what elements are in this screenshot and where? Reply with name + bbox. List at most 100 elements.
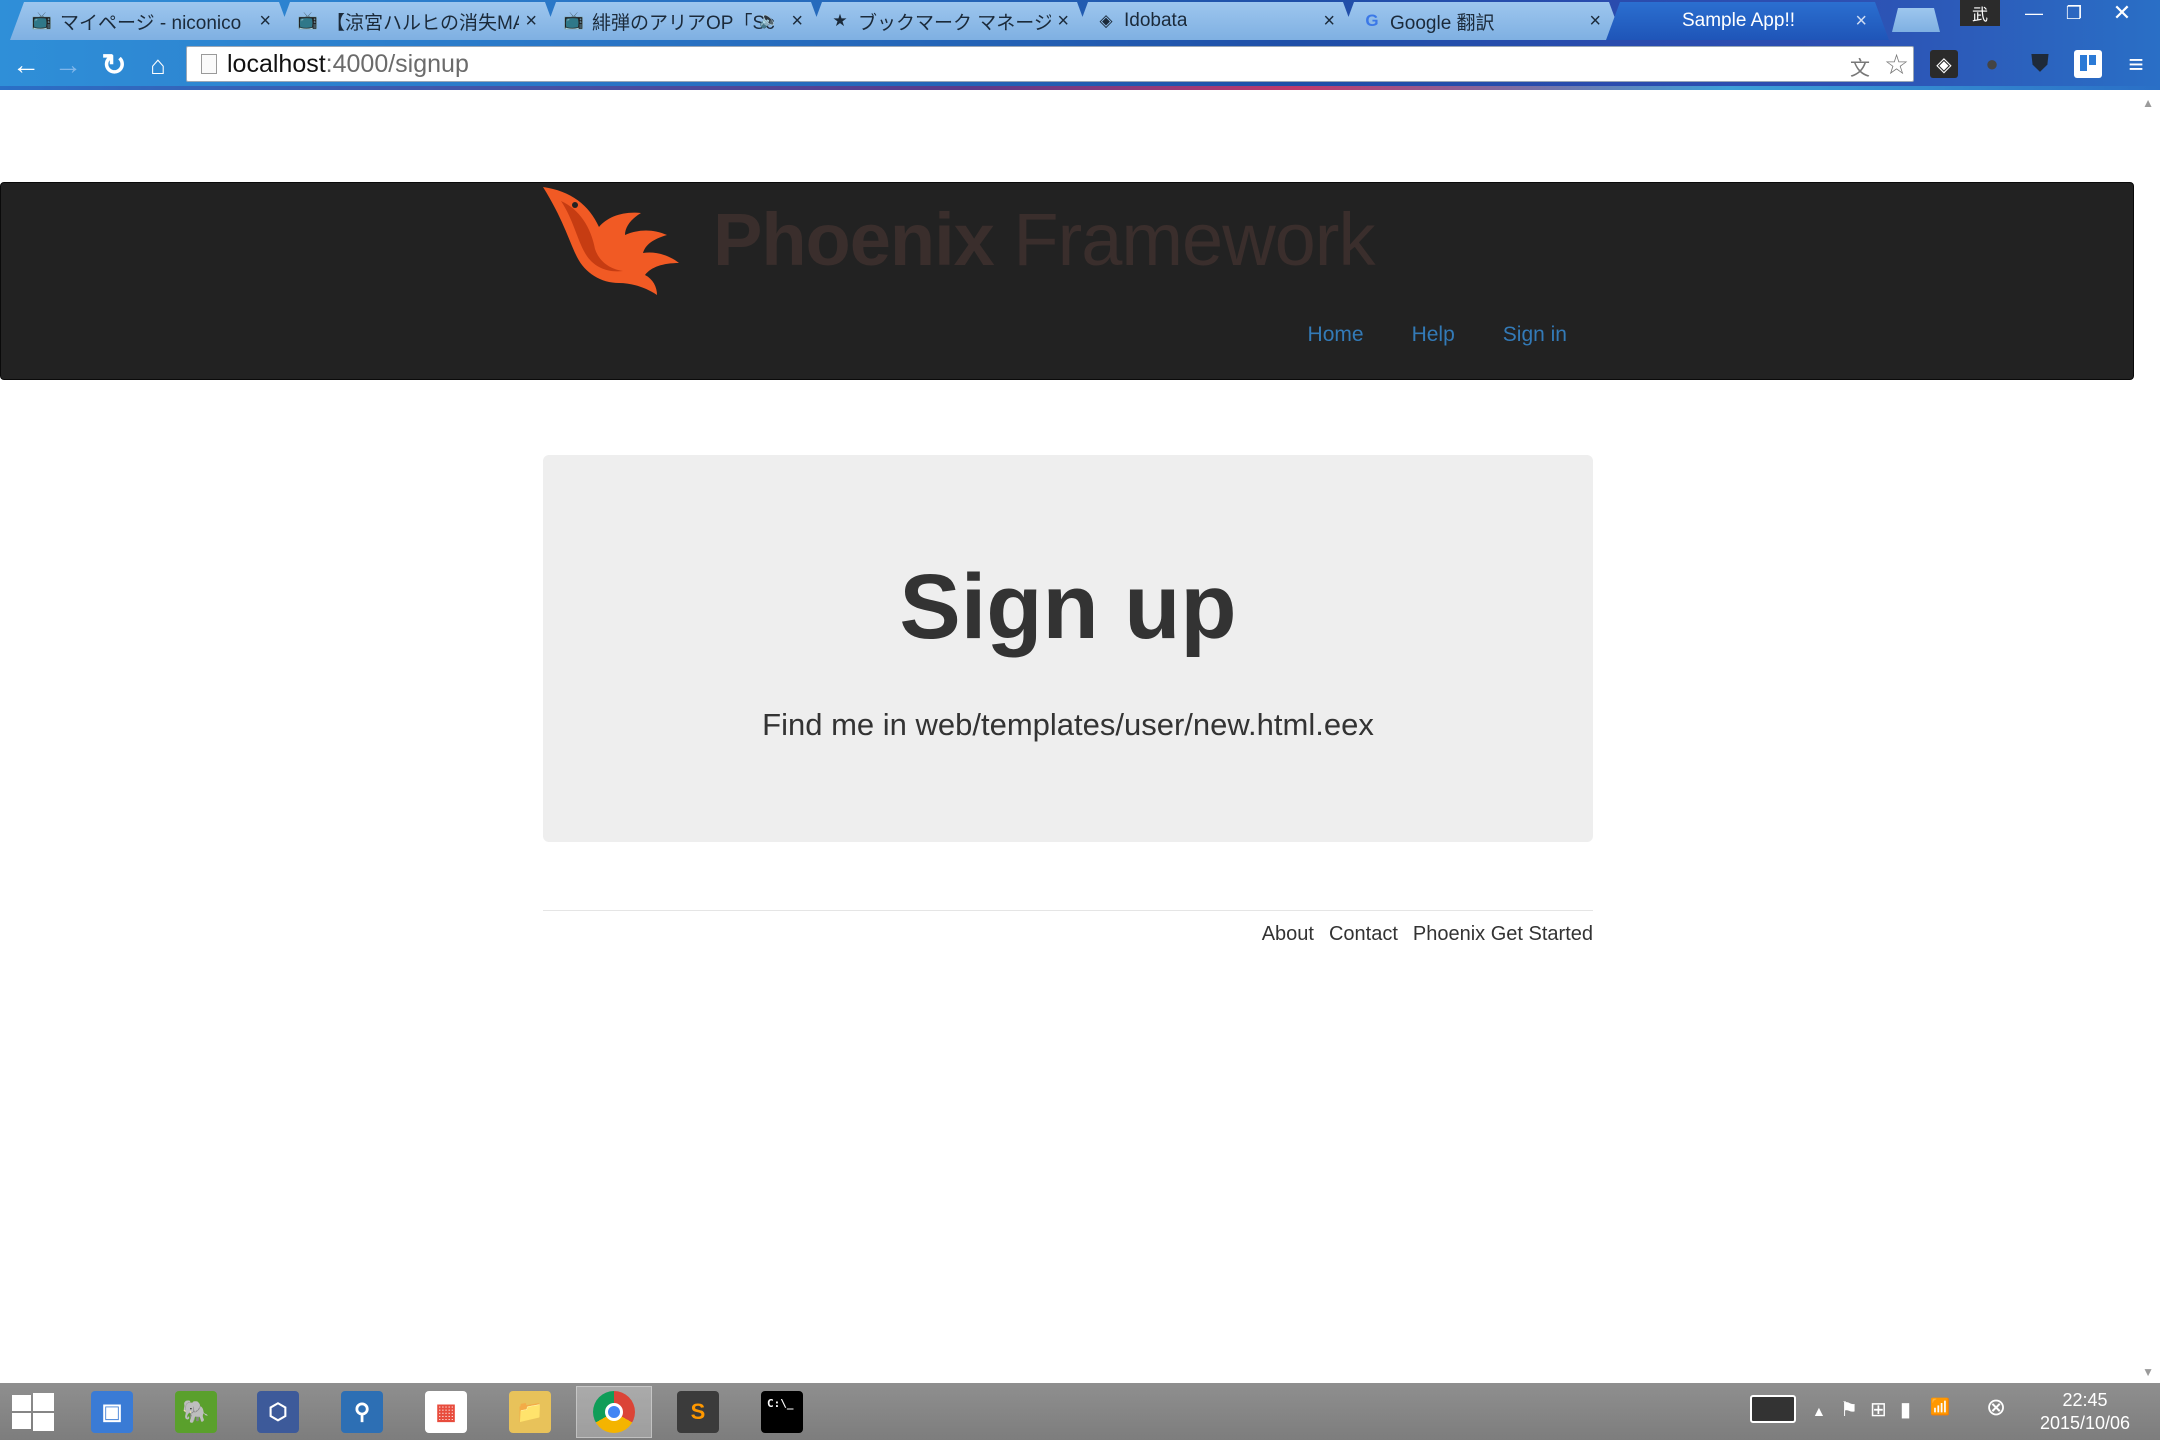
translate-icon[interactable]: 文 [1850,52,1870,81]
taskbar-chrome[interactable] [576,1386,652,1438]
google-translate-icon: G [1365,11,1379,30]
tab-sample-app[interactable]: Sample App!! × [1606,2,1889,40]
minimize-button[interactable]: — [2012,0,2056,26]
page-viewport: Phoenix Framework Home Help Sign in Sign… [0,90,2160,1383]
tab-idobata[interactable]: ◈ Idobata × [1074,2,1357,40]
idobata-icon: ◈ [1099,11,1113,30]
tab-label: Google 翻訳 [1390,12,1495,34]
reload-icon[interactable]: ↻ [96,48,132,82]
phoenix-logo[interactable]: Phoenix Framework [541,183,1375,303]
tab-niconico-mypage[interactable]: 📺 マイページ - niconico × [10,2,293,40]
folder-icon: 📁 [509,1391,551,1433]
phoenix-bird-icon [543,187,679,295]
back-arrow-icon[interactable]: ← [8,48,44,82]
tab-close-icon[interactable]: × [259,10,271,33]
taskbar-apps-grid[interactable]: ▦ [408,1386,484,1438]
footer-link-contact[interactable]: Contact [1329,923,1398,946]
flag-icon[interactable]: ⚑ [1840,1397,1858,1422]
apps-grid-icon: ▦ [425,1391,467,1433]
windows-icon[interactable]: ⊞ [1870,1397,1887,1422]
clock-time: 22:45 [2062,1390,2108,1410]
tab-label: ブックマーク マネージャ [858,12,1051,34]
scroll-down-arrow-icon[interactable]: ▼ [2142,1365,2154,1379]
scroll-up-arrow-icon[interactable]: ▲ [2142,96,2154,110]
nav-link-sign-in[interactable]: Sign in [1503,323,1567,347]
tab-bookmark-manager[interactable]: ★ ブックマーク マネージャ × [808,2,1091,40]
tab-aria-op[interactable]: 📺 緋弾のアリアOP「Sc 🔈 × [542,2,825,40]
ime-indicator[interactable]: 武 [1960,0,2000,26]
remote-desktop-icon: ▣ [91,1391,133,1433]
nav-link-help[interactable]: Help [1412,323,1455,347]
taskbar-sublime-text[interactable]: S [660,1386,736,1438]
tab-close-icon[interactable]: × [791,10,803,33]
tab-label: Sample App!! [1681,10,1796,31]
chrome-icon [593,1391,635,1433]
url-path: :4000/signup [325,49,469,78]
tab-close-icon[interactable]: × [1057,10,1069,33]
logo-wordmark: Phoenix Framework [713,197,1375,282]
tab-label: 【涼宮ハルヒの消失MAD】 [326,12,519,34]
sourcetree-icon: ⚲ [341,1391,383,1433]
star-icon: ★ [832,11,848,30]
niconico-tv-icon: 📺 [563,11,585,30]
tab-label: 緋弾のアリアOP「Sc [592,12,775,34]
tab-label: マイページ - niconico [60,12,242,34]
tab-label: Idobata [1124,10,1188,31]
network-signal-icon[interactable]: 📶 [1930,1397,1950,1417]
clock-date: 2015/10/06 [2039,1413,2131,1433]
extension-icon[interactable]: ● [1978,50,2006,78]
footer-links: About Contact Phoenix Get Started [1262,923,1593,946]
tab-haruhi-mad[interactable]: 📺 【涼宮ハルヒの消失MAD】 × [276,2,559,40]
tab-close-icon[interactable]: × [1855,10,1867,33]
bookmark-star-icon[interactable]: ☆ [1884,48,1909,81]
speaker-icon[interactable]: 🔈 [759,10,779,30]
browser-tab-strip: 📺 マイページ - niconico × 📺 【涼宮ハルヒの消失MAD】 × 📺… [0,0,2160,40]
taskbar-virtualbox[interactable]: ⬡ [240,1386,316,1438]
niconico-tv-icon: 📺 [31,11,53,30]
tab-close-icon[interactable]: × [1589,10,1601,33]
virtualbox-icon: ⬡ [257,1391,299,1433]
keyboard-icon[interactable] [1750,1395,1796,1423]
taskbar-remote-desktop[interactable]: ▣ [74,1386,150,1438]
restore-button[interactable]: ❐ [2052,0,2096,26]
sublime-text-icon: S [677,1391,719,1433]
trello-extension-icon[interactable] [2074,50,2102,78]
evernote-icon: 🐘 [175,1391,217,1433]
home-icon[interactable]: ⌂ [140,48,176,82]
taskbar-sourcetree[interactable]: ⚲ [324,1386,400,1438]
template-hint: Find me in web/templates/user/new.html.e… [762,707,1374,742]
taskbar-command-prompt[interactable]: C:\_ [744,1386,820,1438]
tab-google-translate[interactable]: G Google 翻訳 × [1340,2,1623,40]
vertical-scrollbar[interactable]: ▲ ▼ [2134,90,2160,1383]
page-title: Sign up [899,556,1237,658]
menu-icon[interactable]: ≡ [2122,49,2150,79]
logo-word-phoenix: Phoenix [713,198,995,281]
action-center-icon[interactable]: ⊗ [1986,1393,2006,1422]
tab-close-icon[interactable]: × [525,10,537,33]
taskbar-file-explorer[interactable]: 📁 [492,1386,568,1438]
address-bar[interactable]: localhost:4000/signup [186,46,1914,82]
jumbotron: Sign up Find me in web/templates/user/ne… [543,455,1593,842]
page-icon [201,54,217,74]
nav-link-home[interactable]: Home [1308,323,1364,347]
forward-arrow-icon[interactable]: → [50,48,86,82]
show-hidden-icons-arrow-icon[interactable]: ▲ [1812,1403,1826,1419]
site-header: Phoenix Framework Home Help Sign in [0,182,2134,380]
footer-link-phoenix-get-started[interactable]: Phoenix Get Started [1413,923,1593,946]
taskbar-evernote[interactable]: 🐘 [158,1386,234,1438]
battery-icon[interactable]: ▮ [1900,1397,1911,1422]
niconico-tv-icon: 📺 [297,11,319,30]
site-footer: About Contact Phoenix Get Started [543,910,1593,945]
system-clock[interactable]: 22:45 2015/10/06 [2030,1389,2140,1435]
windows-start-button[interactable] [10,1393,54,1431]
shield-extension-icon[interactable]: ⛊ [2026,50,2054,78]
tab-close-icon[interactable]: × [1323,10,1335,33]
windows-taskbar: ▣ 🐘 ⬡ ⚲ ▦ 📁 S C:\_ ▲ ⚑ ⊞ ▮ 📶 ⊗ 22:45 201… [0,1383,2160,1440]
idobata-extension-icon[interactable]: ◈ [1930,50,1958,78]
footer-link-about[interactable]: About [1262,923,1314,946]
close-window-button[interactable]: ✕ [2100,0,2144,26]
logo-word-framework: Framework [993,198,1375,281]
new-tab-button[interactable] [1892,8,1940,32]
system-tray: ▲ ⚑ ⊞ ▮ 📶 ⊗ 22:45 2015/10/06 [1750,1383,2160,1440]
url-host: localhost [227,49,326,78]
